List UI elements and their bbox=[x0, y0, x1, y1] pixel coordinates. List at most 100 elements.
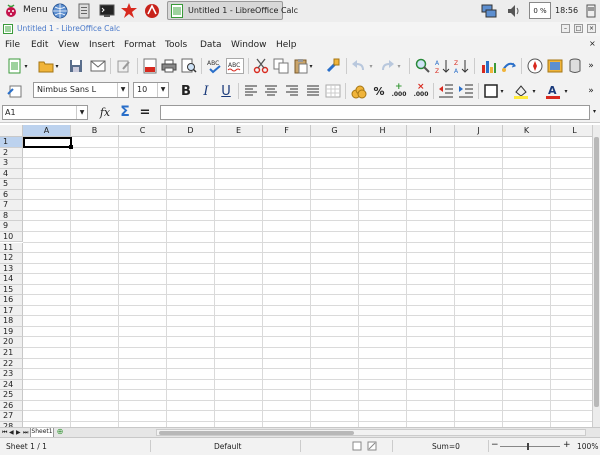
chart-icon[interactable] bbox=[480, 57, 498, 75]
file-manager-icon[interactable] bbox=[75, 2, 93, 20]
maximize-button[interactable]: □ bbox=[574, 24, 583, 33]
row-header-5[interactable]: 5 bbox=[0, 179, 23, 190]
font-name-select[interactable]: Nimbus Sans L ▼ bbox=[33, 82, 129, 98]
math-kernel-icon[interactable] bbox=[120, 2, 138, 20]
print-icon[interactable] bbox=[160, 57, 178, 75]
spellcheck-icon[interactable]: ABC bbox=[206, 57, 224, 75]
name-box[interactable]: A1 ▼ bbox=[2, 105, 88, 120]
column-header-k[interactable]: K bbox=[503, 125, 551, 137]
formula-input[interactable] bbox=[160, 105, 590, 120]
pivot-table-icon[interactable] bbox=[500, 57, 518, 75]
borders-dropdown-icon[interactable]: ▾ bbox=[498, 82, 506, 100]
menu-file[interactable]: File bbox=[5, 40, 20, 50]
close-document-icon[interactable]: × bbox=[589, 39, 596, 48]
zoom-slider[interactable] bbox=[500, 446, 560, 447]
email-icon[interactable] bbox=[89, 57, 107, 75]
column-header-i[interactable]: I bbox=[407, 125, 455, 137]
align-left-icon[interactable] bbox=[242, 82, 260, 100]
column-header-g[interactable]: G bbox=[311, 125, 359, 137]
row-header-4[interactable]: 4 bbox=[0, 168, 23, 180]
row-header-15[interactable]: 15 bbox=[0, 284, 23, 296]
zoom-slider-knob[interactable] bbox=[527, 443, 529, 450]
add-decimal-button[interactable]: + .000 bbox=[390, 82, 408, 100]
row-header-16[interactable]: 16 bbox=[0, 295, 23, 306]
horizontal-scrollbar[interactable] bbox=[156, 429, 586, 436]
clone-formatting-icon[interactable] bbox=[324, 57, 342, 75]
underline-button[interactable]: U bbox=[217, 82, 235, 100]
menu-help[interactable]: Help bbox=[276, 40, 297, 50]
row-header-23[interactable]: 23 bbox=[0, 369, 23, 380]
row-header-1[interactable]: 1 bbox=[0, 137, 23, 148]
redo-dropdown-icon[interactable]: ▾ bbox=[395, 57, 403, 75]
edit-mode-icon[interactable] bbox=[115, 57, 133, 75]
export-pdf-icon[interactable] bbox=[141, 57, 159, 75]
undo-dropdown-icon[interactable]: ▾ bbox=[367, 57, 375, 75]
row-header-20[interactable]: 20 bbox=[0, 337, 23, 348]
menu-insert[interactable]: Insert bbox=[89, 40, 115, 50]
next-sheet-icon[interactable]: ▶ bbox=[16, 429, 21, 436]
row-header-8[interactable]: 8 bbox=[0, 210, 23, 222]
last-sheet-icon[interactable]: ⏭ bbox=[23, 429, 28, 437]
volume-icon[interactable] bbox=[505, 2, 523, 20]
column-header-f[interactable]: F bbox=[263, 125, 311, 137]
font-color-icon[interactable]: A bbox=[544, 82, 562, 100]
taskbar-window-button[interactable]: Untitled 1 - LibreOffice Calc bbox=[167, 1, 298, 20]
document-modified-icon[interactable] bbox=[367, 441, 377, 453]
fill-handle[interactable] bbox=[69, 145, 73, 149]
save-icon[interactable] bbox=[67, 57, 85, 75]
spreadsheet-grid[interactable]: ABCDEFGHIJKL 1 2 3 4 5 6 7 8 9 10 11 12 13 14 15 16 17 18… bbox=[0, 125, 592, 427]
terminal-icon[interactable] bbox=[98, 2, 116, 20]
background-color-dropdown-icon[interactable]: ▾ bbox=[530, 82, 538, 100]
row-header-13[interactable]: 13 bbox=[0, 263, 23, 275]
align-center-icon[interactable] bbox=[262, 82, 280, 100]
prev-sheet-icon[interactable]: ◀ bbox=[9, 429, 14, 436]
eject-icon[interactable] bbox=[582, 2, 600, 20]
row-header-11[interactable]: 11 bbox=[0, 242, 23, 254]
print-preview-icon[interactable] bbox=[180, 57, 198, 75]
new-dropdown-icon[interactable]: ▾ bbox=[22, 57, 30, 75]
column-header-c[interactable]: C bbox=[119, 125, 167, 137]
autospellcheck-icon[interactable]: ABC bbox=[226, 57, 244, 75]
row-header-26[interactable]: 26 bbox=[0, 400, 23, 412]
delete-decimal-button[interactable]: × .000 bbox=[412, 82, 430, 100]
italic-button[interactable]: I bbox=[197, 82, 215, 100]
row-header-18[interactable]: 18 bbox=[0, 316, 23, 327]
menu-edit[interactable]: Edit bbox=[31, 40, 48, 50]
row-header-9[interactable]: 9 bbox=[0, 221, 23, 232]
zoom-out-icon[interactable]: − bbox=[491, 440, 499, 450]
row-header-19[interactable]: 19 bbox=[0, 326, 23, 338]
insert-mode-icon[interactable] bbox=[352, 441, 362, 453]
column-header-l[interactable]: L bbox=[551, 125, 592, 137]
sum-button[interactable]: Σ bbox=[116, 103, 134, 121]
background-color-icon[interactable] bbox=[512, 82, 530, 100]
font-size-select[interactable]: 10 ▼ bbox=[133, 82, 169, 98]
menu-view[interactable]: View bbox=[58, 40, 79, 50]
toolbar-overflow-icon[interactable]: » bbox=[586, 57, 596, 75]
column-header-j[interactable]: J bbox=[455, 125, 503, 137]
percent-format-button[interactable]: % bbox=[370, 82, 388, 100]
merge-cells-icon[interactable] bbox=[324, 82, 342, 100]
function-wizard-button[interactable]: fx bbox=[96, 103, 114, 121]
column-header-e[interactable]: E bbox=[215, 125, 263, 137]
align-right-icon[interactable] bbox=[283, 82, 301, 100]
column-header-b[interactable]: B bbox=[71, 125, 119, 137]
justify-icon[interactable] bbox=[304, 82, 322, 100]
column-header-a[interactable]: A bbox=[23, 125, 71, 137]
navigator-icon[interactable] bbox=[526, 57, 544, 75]
first-sheet-icon[interactable]: ⏮ bbox=[2, 429, 7, 437]
sort-descending-icon[interactable]: ZA bbox=[452, 57, 470, 75]
menu-data[interactable]: Data bbox=[200, 40, 222, 50]
row-header-27[interactable]: 27 bbox=[0, 411, 23, 422]
decrease-indent-icon[interactable] bbox=[437, 82, 455, 100]
zoom-level[interactable]: 100% bbox=[577, 442, 598, 451]
vertical-scrollbar-thumb[interactable] bbox=[594, 137, 599, 407]
row-header-21[interactable]: 21 bbox=[0, 348, 23, 359]
row-header-14[interactable]: 14 bbox=[0, 274, 23, 285]
redo-icon[interactable] bbox=[378, 57, 396, 75]
font-color-dropdown-icon[interactable]: ▾ bbox=[562, 82, 570, 100]
expand-formula-icon[interactable]: ▾ bbox=[593, 108, 596, 115]
row-header-3[interactable]: 3 bbox=[0, 158, 23, 169]
paste-dropdown-icon[interactable]: ▾ bbox=[307, 57, 315, 75]
undo-icon[interactable] bbox=[350, 57, 368, 75]
web-browser-icon[interactable] bbox=[51, 2, 69, 20]
